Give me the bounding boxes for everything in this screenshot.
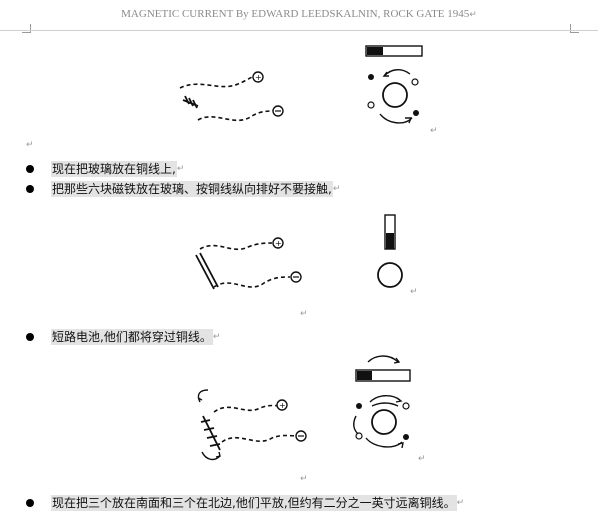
margin-corner-left xyxy=(22,24,31,33)
bullet-dot xyxy=(26,333,34,341)
paragraph-mark: ↵ xyxy=(176,164,185,174)
list-item-text: 把那些六块磁铁放在玻璃、按铜线纵向排好不要接触, xyxy=(51,181,333,197)
paragraph-mark: ↵ xyxy=(456,498,465,508)
list-item: 把那些六块磁铁放在玻璃、按铜线纵向排好不要接触, ↵ xyxy=(26,180,340,198)
bullet-dot xyxy=(26,165,34,173)
paragraph-mark: ↵ xyxy=(300,474,308,484)
paragraph-mark: ↵ xyxy=(410,287,418,297)
paragraph-mark: ↵ xyxy=(418,454,426,464)
paragraph-mark: ↵ xyxy=(212,332,221,342)
list-item: 现在把玻璃放在铜线上, ↵ xyxy=(26,160,184,178)
header-title: MAGNETIC CURRENT By EDWARD LEEDSKALNIN, … xyxy=(121,8,470,20)
figure-1: + ↵ ↵ xyxy=(0,40,598,150)
list-item-text: 短路电池,他们都将穿过铜线。 xyxy=(51,329,213,345)
bullet-dot xyxy=(26,499,34,507)
paragraph-mark: ↵ xyxy=(300,309,308,319)
paragraph-mark: ↵ xyxy=(332,184,341,194)
svg-text:+: + xyxy=(279,401,286,410)
header-rule xyxy=(0,30,598,31)
list-item-text: 现在把玻璃放在铜线上, xyxy=(51,161,177,177)
paragraph-mark: ↵ xyxy=(469,10,477,20)
figure-3: + ↵ ↵ xyxy=(0,350,598,490)
list-item-text: 现在把三个放在南面和三个在北边,他们平放,但约有二分之一英寸远离铜线。 xyxy=(51,495,457,511)
figure-1-drawing: + xyxy=(179,45,423,124)
page-header: MAGNETIC CURRENT By EDWARD LEEDSKALNIN, … xyxy=(0,0,598,20)
paragraph-mark: ↵ xyxy=(26,140,34,150)
paragraph-mark: ↵ xyxy=(430,126,438,136)
svg-text:+: + xyxy=(275,239,282,248)
margin-corner-right xyxy=(570,24,579,33)
list-item: 现在把三个放在南面和三个在北边,他们平放,但约有二分之一英寸远离铜线。 ↵ xyxy=(26,494,464,512)
figure-2-drawing: + xyxy=(195,214,403,290)
list-item: 短路电池,他们都将穿过铜线。 ↵ xyxy=(26,328,220,346)
bullet-dot xyxy=(26,185,34,193)
svg-text:+: + xyxy=(255,73,262,82)
figure-3-drawing: + xyxy=(197,355,411,461)
figure-2: + ↵ ↵ xyxy=(0,205,598,325)
